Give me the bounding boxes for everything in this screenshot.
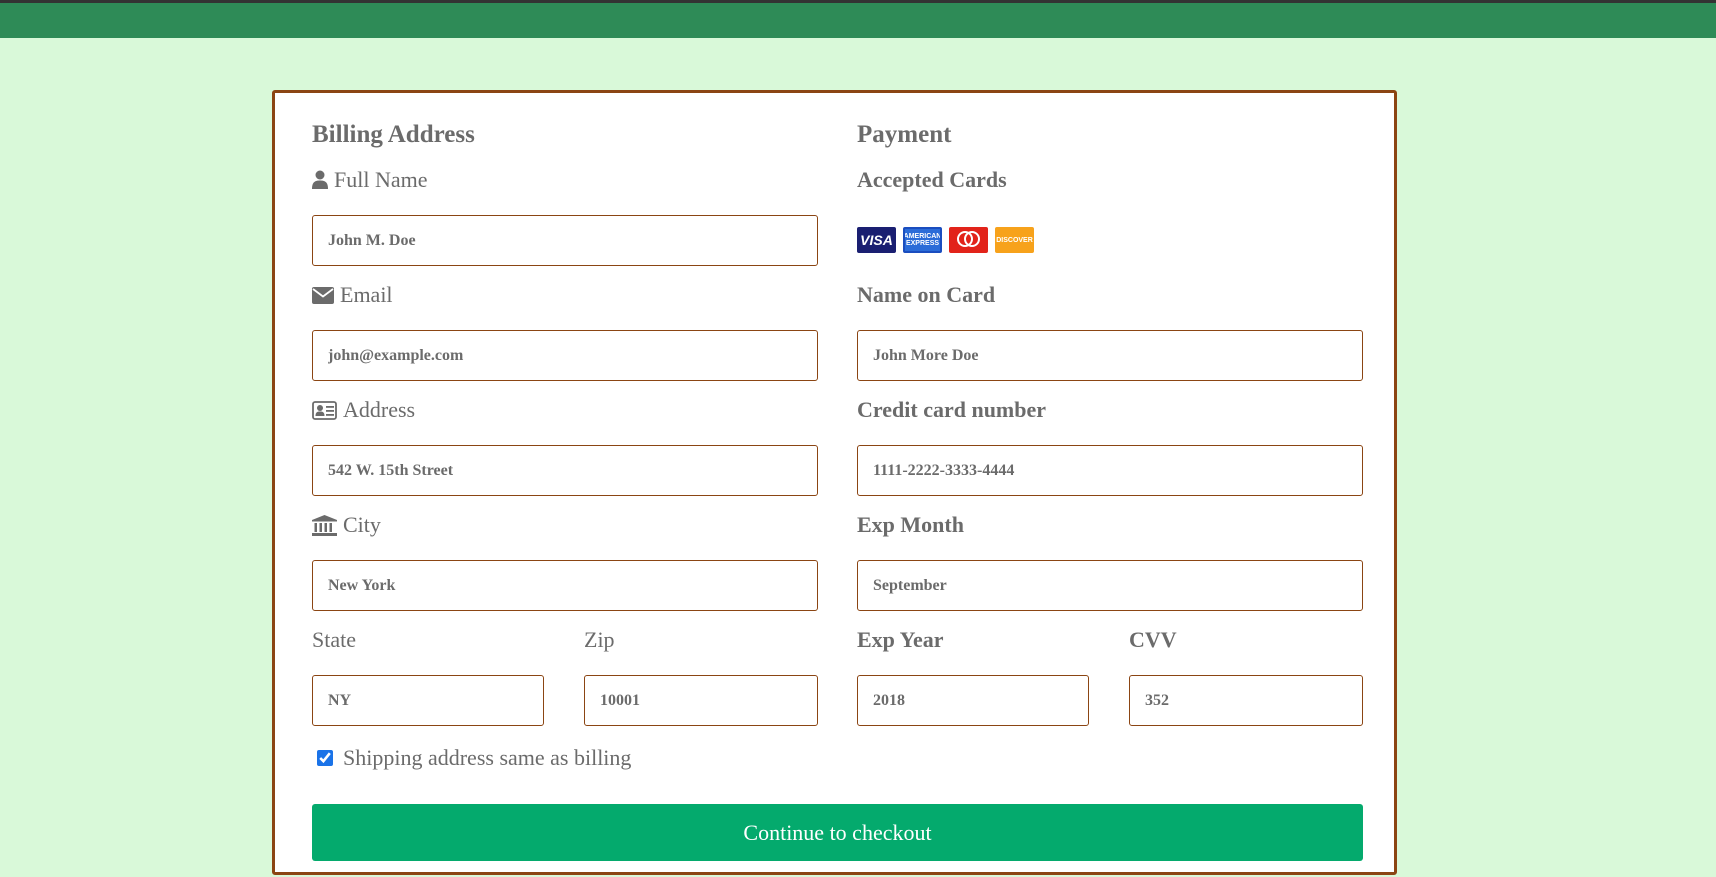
city-input[interactable] [312,560,818,611]
address-card-icon [312,400,337,420]
email-input[interactable] [312,330,818,381]
exp-month-input[interactable] [857,560,1363,611]
institution-icon [312,514,337,536]
billing-heading: Billing Address [312,121,475,148]
user-icon [312,170,328,190]
shipping-same-checkbox[interactable] [317,750,333,766]
name-on-card-label: Name on Card [857,282,996,307]
cc-number-label: Credit card number [857,397,1047,422]
amex-icon: AMERICAN EXPRESS [903,227,942,253]
checkout-form: Billing Address Full Name Email Address [272,90,1397,875]
mastercard-icon [949,227,988,253]
exp-year-input[interactable] [857,675,1089,726]
discover-icon: DISCOVER [995,227,1034,253]
accepted-cards: VISA AMERICAN EXPRESS DISCOVER [857,227,1034,253]
address-label: Address [312,397,415,423]
continue-checkout-button[interactable]: Continue to checkout [312,804,1363,861]
accepted-cards-label: Accepted Cards [857,167,1007,192]
envelope-icon [312,286,334,304]
payment-heading: Payment [857,121,952,148]
cvv-label: CVV [1129,627,1177,652]
email-label: Email [312,282,393,308]
cc-number-input[interactable] [857,445,1363,496]
top-bar [0,0,1716,38]
state-label: State [312,627,356,652]
zip-input[interactable] [584,675,818,726]
exp-month-label: Exp Month [857,512,964,537]
shipping-same-row[interactable]: Shipping address same as billing [312,745,631,771]
zip-label: Zip [584,627,615,652]
city-label: City [312,512,381,538]
name-on-card-input[interactable] [857,330,1363,381]
address-input[interactable] [312,445,818,496]
state-input[interactable] [312,675,544,726]
exp-year-label: Exp Year [857,627,944,652]
visa-icon: VISA [857,227,896,253]
full-name-input[interactable] [312,215,818,266]
full-name-label: Full Name [312,167,428,193]
cvv-input[interactable] [1129,675,1363,726]
shipping-same-label: Shipping address same as billing [343,745,632,770]
